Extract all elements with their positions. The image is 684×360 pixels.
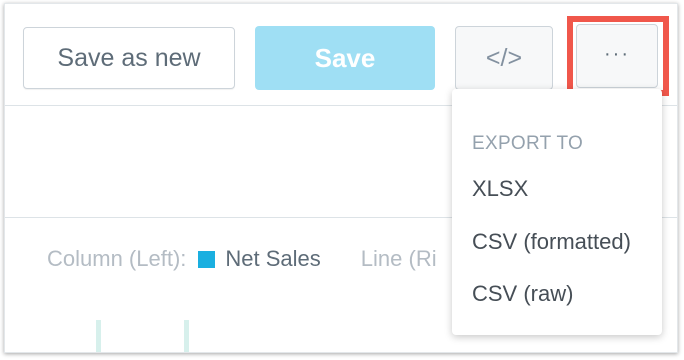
app-window: Save as new Save </> ··· Column (Left): … (4, 3, 678, 353)
export-menu-header: EXPORT TO (472, 133, 584, 154)
menu-item-csv-raw[interactable]: CSV (raw) (472, 281, 573, 307)
export-dropdown-menu: EXPORT TO XLSX CSV (formatted) CSV (raw) (452, 89, 662, 335)
legend-column-label: Column (Left): (47, 246, 187, 271)
chart-gridline (96, 320, 101, 352)
menu-item-xlsx[interactable]: XLSX (472, 176, 528, 202)
code-icon: </> (485, 43, 523, 72)
chart-legend: Column (Left): Net Sales Line (Ri (47, 244, 437, 274)
legend-series-net-sales[interactable]: Net Sales (225, 246, 320, 272)
legend-swatch-net-sales (198, 250, 216, 268)
embed-code-button[interactable]: </> (455, 26, 553, 90)
chart-gridline (184, 320, 189, 352)
highlight-box (567, 16, 669, 96)
save-button[interactable]: Save (255, 26, 435, 90)
save-as-new-button[interactable]: Save as new (23, 27, 235, 89)
menu-item-csv-formatted[interactable]: CSV (formatted) (472, 229, 631, 255)
legend-line-label: Line (Ri (360, 246, 437, 271)
